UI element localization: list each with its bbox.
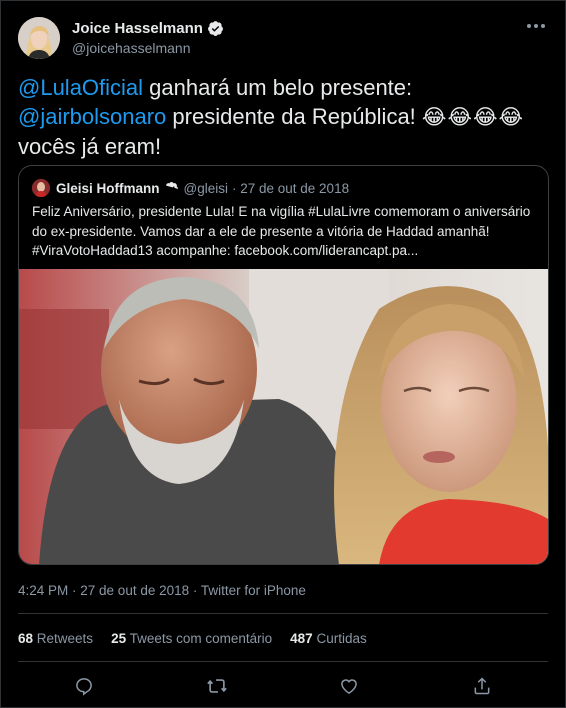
like-icon xyxy=(341,679,358,694)
engagement-stats: 68 Retweets 25 Tweets com comentário 487… xyxy=(18,631,367,646)
tweet-container: Joice Hasselmann @joicehasselmann @LulaO… xyxy=(0,0,566,708)
quoted-handle: @gleisi xyxy=(183,180,228,196)
quotes-label: Tweets com comentário xyxy=(126,631,273,646)
divider xyxy=(18,613,548,614)
quoted-tweet-header: Gleisi Hoffmann @gleisi · 27 de out de 2… xyxy=(32,179,349,197)
quoted-avatar xyxy=(32,179,50,197)
quoted-tweet[interactable]: Gleisi Hoffmann @gleisi · 27 de out de 2… xyxy=(18,165,549,565)
quoted-photo[interactable] xyxy=(19,269,548,565)
tweet-actions xyxy=(18,673,548,699)
tweet-text-part: ganhará um belo presente: xyxy=(143,75,413,100)
likes-count: 487 xyxy=(290,631,313,646)
tweet-text: @LulaOficial ganhará um belo presente: @… xyxy=(18,73,548,161)
verified-badge-icon xyxy=(207,21,223,36)
quotes-stat[interactable]: 25 Tweets com comentário xyxy=(111,631,272,646)
tweet-author[interactable]: Joice Hasselmann @joicehasselmann xyxy=(18,14,224,62)
share-icon xyxy=(474,677,490,695)
like-button[interactable] xyxy=(336,673,362,699)
verified-badge-icon xyxy=(165,181,178,191)
quoted-text: Feliz Aniversário, presidente Lula! E na… xyxy=(32,204,531,258)
retweets-label: Retweets xyxy=(33,631,94,646)
tweet-text-part: vocês já eram! xyxy=(18,134,162,159)
share-button[interactable] xyxy=(469,673,495,699)
likes-stat[interactable]: 487 Curtidas xyxy=(290,631,367,646)
reply-icon xyxy=(76,678,93,696)
quoted-display-name: Gleisi Hoffmann xyxy=(56,180,160,196)
reply-button[interactable] xyxy=(71,673,97,699)
more-icon[interactable] xyxy=(521,15,551,37)
likes-label: Curtidas xyxy=(312,631,367,646)
mention-link[interactable]: @jairbolsonaro xyxy=(18,104,166,129)
mention-link[interactable]: @LulaOficial xyxy=(18,75,143,100)
retweets-count: 68 xyxy=(18,631,34,646)
retweet-button[interactable] xyxy=(204,673,230,699)
handle[interactable]: @joicehasselmann xyxy=(72,40,224,56)
display-name[interactable]: Joice Hasselmann xyxy=(72,20,203,37)
tweet-text-part: presidente da República! xyxy=(166,104,422,129)
retweet-icon xyxy=(206,679,227,693)
divider xyxy=(18,661,548,662)
tweet-timestamp[interactable]: 4:24 PM · 27 de out de 2018 · Twitter fo… xyxy=(18,583,306,598)
quotes-count: 25 xyxy=(111,631,127,646)
avatar[interactable] xyxy=(18,17,60,59)
laughing-emoji: 😂😂😂😂 xyxy=(421,106,525,129)
retweets-stat[interactable]: 68 Retweets xyxy=(18,631,93,646)
quoted-date: · 27 de out de 2018 xyxy=(231,180,350,196)
